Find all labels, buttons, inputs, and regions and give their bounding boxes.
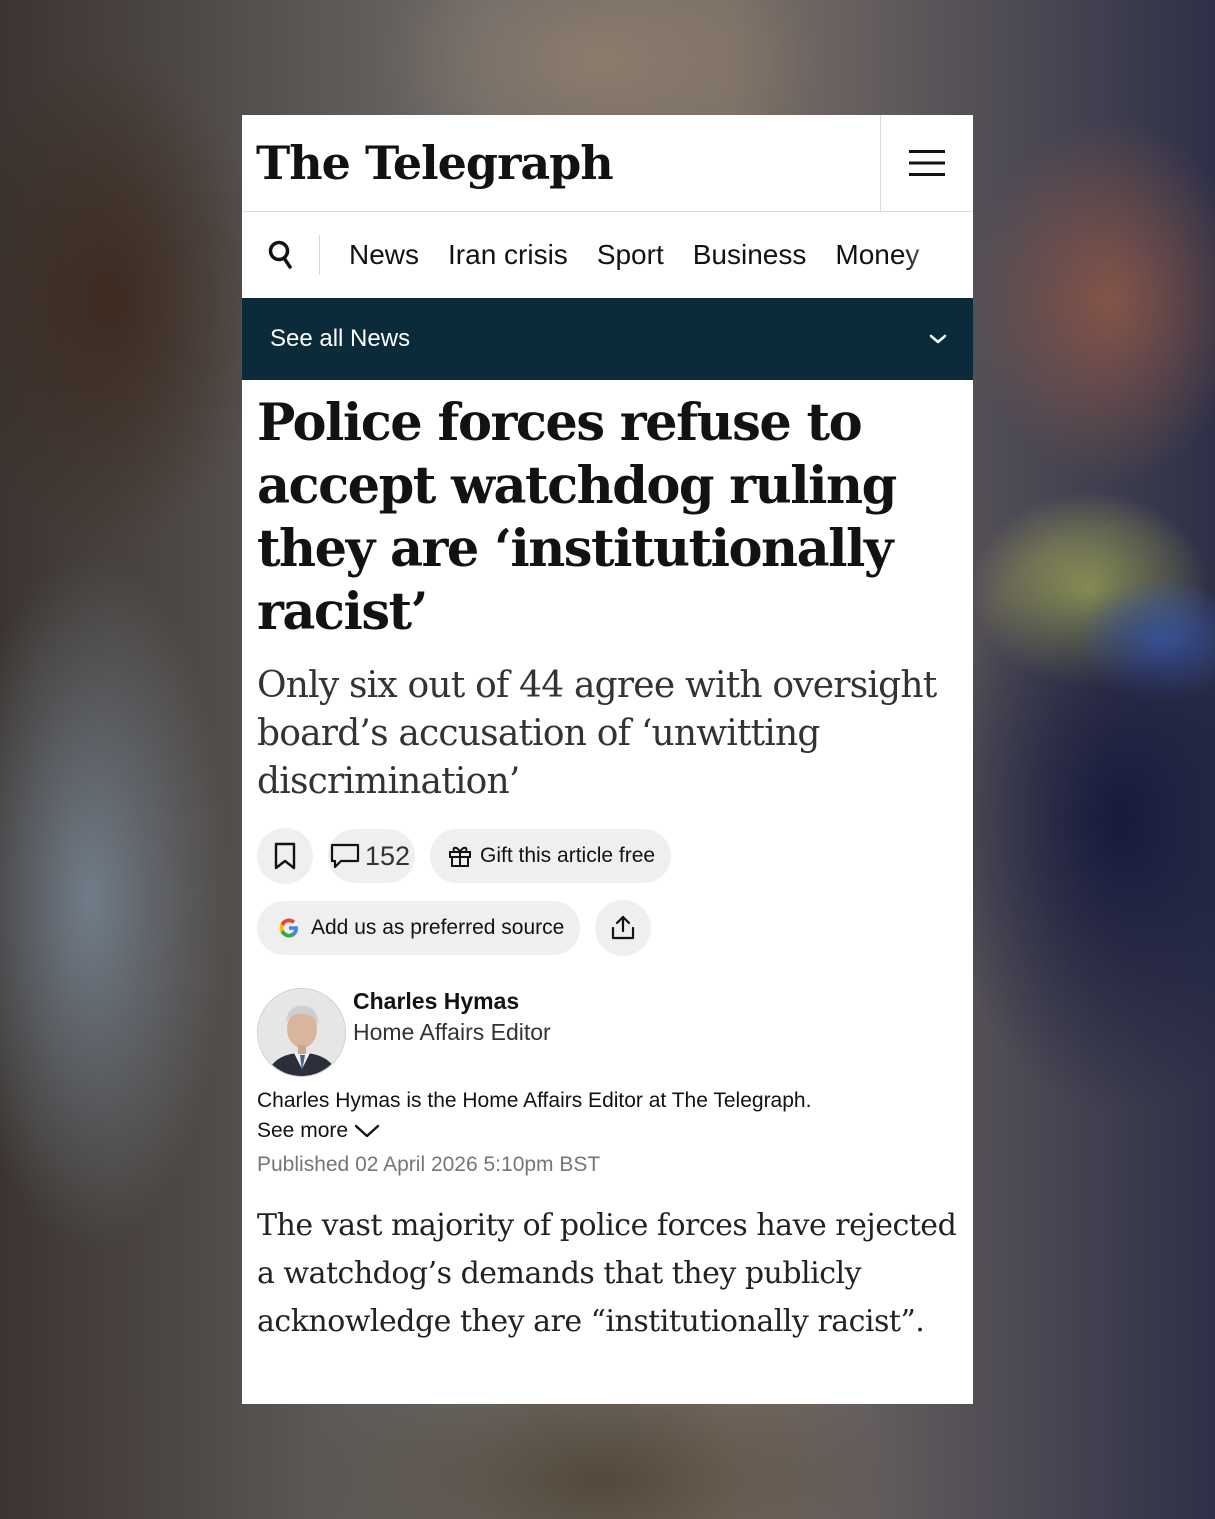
article-screenshot: The Telegraph News Iran crisis Sport Bus…	[242, 115, 973, 1404]
published-date: Published 02 April 2026 5:10pm BST	[257, 1153, 601, 1176]
nav-list: News Iran crisis Sport Business Money	[320, 239, 948, 271]
share-button[interactable]	[595, 900, 652, 956]
gift-label: Gift this article free	[480, 844, 656, 867]
nav-item-iran-crisis[interactable]: Iran crisis	[448, 239, 568, 271]
article-body: Police forces refuse to accept watchdog …	[242, 392, 973, 1346]
author-avatar[interactable]	[257, 988, 346, 1077]
article-first-paragraph: The vast majority of police forces have …	[257, 1208, 957, 1339]
preferred-source-button[interactable]: Add us as preferred source	[257, 901, 581, 955]
author-bio: Charles Hymas is the Home Affairs Editor…	[257, 1089, 812, 1112]
nav-item-sport[interactable]: Sport	[597, 239, 664, 271]
search-icon	[268, 240, 292, 269]
author-name[interactable]: Charles Hymas	[353, 986, 551, 1017]
menu-button[interactable]	[880, 115, 973, 211]
article-actions-secondary: Add us as preferred source	[257, 900, 958, 956]
see-more-label: See more	[257, 1119, 349, 1142]
chevron-down-icon	[929, 334, 947, 344]
author-details: Charles Hymas Home Affairs Editor	[353, 986, 551, 1077]
comment-count: 152	[364, 840, 411, 871]
telegraph-logo[interactable]: The Telegraph	[242, 115, 880, 211]
share-icon	[612, 915, 635, 940]
bookmark-button[interactable]	[257, 828, 313, 884]
author-portrait	[258, 989, 345, 1076]
author-role: Home Affairs Editor	[353, 1019, 551, 1045]
masthead: The Telegraph	[242, 115, 973, 212]
see-more-button[interactable]: See more	[257, 1116, 958, 1146]
gift-icon	[449, 846, 471, 867]
nav-item-business[interactable]: Business	[693, 239, 807, 271]
bookmark-icon	[274, 842, 296, 870]
hamburger-menu-icon	[909, 150, 945, 176]
comment-icon	[330, 843, 360, 869]
preferred-source-label: Add us as preferred source	[311, 916, 565, 939]
article-standfirst: Only six out of 44 agree with oversight …	[257, 665, 937, 802]
section-dropdown[interactable]: See all News	[242, 298, 973, 380]
comments-button[interactable]: 152	[328, 829, 415, 883]
article-actions: 152 Gift this article free	[257, 828, 958, 884]
google-g-icon	[279, 918, 298, 938]
section-label: See all News	[270, 325, 411, 352]
main-nav: News Iran crisis Sport Business Money	[242, 212, 973, 298]
search-button[interactable]	[242, 235, 320, 275]
chevron-down-icon	[354, 1124, 380, 1138]
nav-scroll-fade	[903, 212, 973, 298]
nav-item-news[interactable]: News	[349, 239, 419, 271]
gift-article-button[interactable]: Gift this article free	[430, 829, 672, 883]
article-headline: Police forces refuse to accept watchdog …	[257, 393, 897, 642]
author-block: Charles Hymas Home Affairs Editor	[257, 988, 958, 1077]
